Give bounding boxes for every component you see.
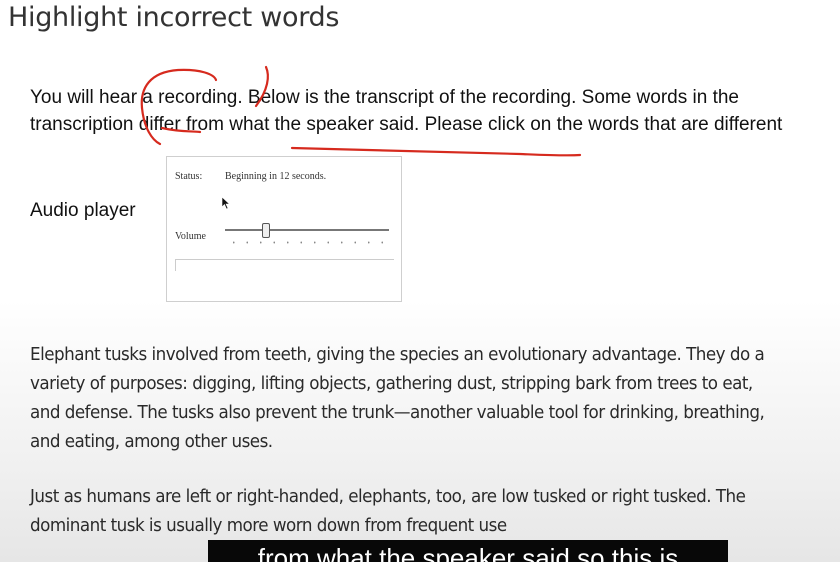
video-caption: from what the speaker said so this is	[208, 540, 728, 562]
instructions-text: You will hear a recording. Below is the …	[30, 87, 783, 135]
pen-underline	[290, 146, 582, 157]
transcript-paragraph[interactable]: Elephant tusks involved from teeth, givi…	[30, 340, 781, 456]
status-label: Status:	[175, 171, 203, 182]
volume-label: Volume	[175, 231, 206, 242]
volume-slider-track[interactable]	[225, 229, 389, 231]
status-value: Beginning in 12 seconds.	[225, 171, 327, 182]
progress-bar	[175, 259, 394, 271]
transcript-paragraph[interactable]: Just as humans are left or right-handed,…	[30, 482, 781, 540]
volume-ticks	[227, 241, 389, 244]
volume-slider-thumb[interactable]	[262, 223, 270, 238]
audio-player-label: Audio player	[30, 200, 136, 221]
audio-player: Status: Beginning in 12 seconds. Volume	[166, 156, 402, 302]
transcript-passage: Elephant tusks involved from teeth, givi…	[30, 340, 781, 540]
page-title: Highlight incorrect words	[8, 2, 340, 33]
mouse-cursor-icon	[221, 196, 231, 210]
